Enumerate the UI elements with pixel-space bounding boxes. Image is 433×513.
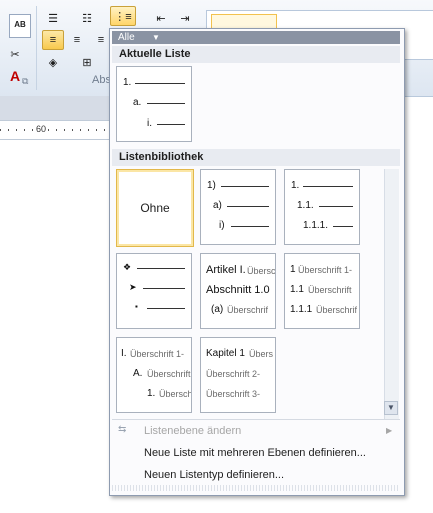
level-line: [303, 186, 353, 187]
list-level-label: 1.1.1: [290, 304, 313, 315]
list-style-heading-decimal[interactable]: 1 Überschrift 1- 1.1 Überschrift 1.1.1 Ü…: [284, 253, 360, 329]
level-line: [137, 268, 185, 269]
decrease-indent-icon: ⇤: [156, 12, 166, 25]
gallery-filter-bar[interactable]: Alle ▼: [112, 31, 400, 44]
define-list-style-menu-item[interactable]: Neuen Listentyp definieren...: [144, 469, 284, 481]
heading-preview-text: Überschrif: [227, 305, 269, 315]
list-level-label: 1.1.1.: [303, 220, 329, 231]
heading-preview-text: Überschrift: [308, 285, 352, 295]
heading-preview-text: Überschrif: [316, 305, 358, 315]
multilevel-list-gallery: Alle ▼ Aktuelle Liste 1. a. i. Listenbib…: [109, 28, 405, 496]
heading-preview-text: Übers: [249, 349, 274, 359]
list-level-label: 1): [207, 180, 216, 191]
list-level-label: I.: [121, 348, 127, 359]
bullets-button[interactable]: ☰: [42, 8, 64, 28]
level-line: [157, 124, 185, 125]
list-style-decimal[interactable]: 1. 1.1. 1.1.1.: [284, 169, 360, 245]
resize-grip[interactable]: [112, 485, 400, 491]
list-level-label: 1: [290, 264, 296, 275]
list-level-label: a): [213, 200, 222, 211]
level-line: [319, 206, 353, 207]
align-left-icon: ≡: [49, 34, 57, 46]
font-dialog-launcher-icon[interactable]: ⧉: [22, 76, 32, 86]
level-line: [227, 206, 269, 207]
multilevel-list-button[interactable]: ⋮≡: [110, 6, 136, 26]
ribbon-divider: [36, 6, 37, 90]
list-level-label: Abschnitt 1.0: [206, 284, 270, 296]
document-page[interactable]: [0, 140, 110, 513]
submenu-arrow-icon: ▶: [386, 426, 393, 435]
list-style-bullets[interactable]: ❖ ➤ ▪: [116, 253, 192, 329]
list-level-label: i.: [147, 118, 152, 129]
section-list-library: Listenbibliothek: [112, 149, 400, 166]
level-line: [221, 186, 269, 187]
decrease-indent-button[interactable]: ⇤: [150, 8, 172, 28]
numbering-button[interactable]: ☷: [76, 8, 98, 28]
align-left-button[interactable]: ≡: [42, 30, 64, 50]
scroll-down-icon[interactable]: ▼: [384, 401, 398, 415]
heading-preview-text: Überschr: [159, 389, 192, 399]
shading-button[interactable]: ◈: [42, 52, 64, 72]
heading-preview-text: Überschrift 2-: [206, 369, 261, 379]
list-style-none[interactable]: Ohne: [116, 169, 194, 247]
list-level-label: Kapitel 1: [206, 348, 245, 359]
heading-preview-text: Überschrift 1-: [298, 265, 353, 275]
bullets-icon: ☰: [48, 12, 58, 25]
list-level-label: Artikel I.: [206, 264, 246, 276]
arrow-bullet-icon: ➤: [129, 282, 137, 292]
filter-label: Alle: [118, 32, 135, 43]
horizontal-ruler[interactable]: 60: [0, 120, 110, 140]
heading-preview-text: Überschrift 1-: [130, 349, 185, 359]
font-color-icon: A: [9, 68, 21, 84]
diamond-bullet-icon: ❖: [123, 262, 132, 272]
section-current-list: Aktuelle Liste: [112, 46, 400, 63]
list-level-label: 1.: [291, 180, 300, 191]
ruler-number: 60: [34, 124, 49, 134]
gallery-scrollbar[interactable]: [384, 169, 399, 419]
change-list-level-icon: ⇆: [118, 424, 127, 435]
list-style-roman[interactable]: I. Überschrift 1- A. Überschrift 1. Über…: [116, 337, 192, 413]
heading-preview-text: Überschr: [247, 266, 276, 276]
heading-preview-text: Überschrift: [147, 369, 191, 379]
list-level-label: a.: [133, 97, 142, 108]
list-level-label: i): [219, 220, 225, 231]
borders-icon: ⊞: [82, 56, 92, 69]
current-list-thumbnail[interactable]: 1. a. i.: [116, 66, 192, 142]
shading-bucket-icon: ◈: [48, 56, 58, 69]
align-center-icon: ≡: [73, 34, 81, 46]
numbering-icon: ☷: [82, 12, 92, 25]
square-bullet-icon: ▪: [135, 302, 138, 311]
align-center-button[interactable]: ≡: [66, 30, 88, 50]
clear-formatting-icon[interactable]: ✂: [4, 44, 26, 64]
list-style-chapter[interactable]: Kapitel 1 Übers Überschrift 2- Überschri…: [200, 337, 276, 413]
list-level-label: A.: [133, 368, 143, 379]
change-list-level-menu-item[interactable]: Listenebene ändern: [144, 425, 241, 437]
level-line: [231, 226, 269, 227]
increase-indent-icon: ⇥: [180, 12, 190, 25]
list-style-article[interactable]: Artikel I. Überschr Abschnitt 1.0 (a) Üb…: [200, 253, 276, 329]
list-level-label: 1.1: [290, 284, 304, 295]
list-style-paren[interactable]: 1) a) i): [200, 169, 276, 245]
level-line: [135, 83, 185, 84]
define-multilevel-list-menu-item[interactable]: Neue Liste mit mehreren Ebenen definiere…: [144, 447, 366, 459]
list-level-label: 1.: [123, 77, 132, 88]
menu-divider: [112, 419, 400, 420]
increase-indent-button[interactable]: ⇥: [174, 8, 196, 28]
heading-preview-text: Überschrift 3-: [206, 389, 261, 399]
workspace-background: [0, 96, 110, 120]
borders-button[interactable]: ⊞: [76, 52, 98, 72]
none-label: Ohne: [140, 201, 170, 215]
level-line: [147, 308, 185, 309]
multilevel-list-icon: ⋮≡: [114, 10, 132, 23]
ruler-ticks: [0, 129, 110, 131]
level-line: [147, 103, 185, 104]
list-level-label: (a): [211, 304, 224, 315]
change-case-icon[interactable]: AB: [9, 14, 31, 38]
chevron-down-icon: ▼: [152, 33, 160, 42]
align-right-icon: ≡: [97, 34, 105, 46]
list-level-label: 1.1.: [297, 200, 314, 211]
level-line: [333, 226, 353, 227]
list-level-label: 1.: [147, 388, 156, 399]
level-line: [143, 288, 185, 289]
